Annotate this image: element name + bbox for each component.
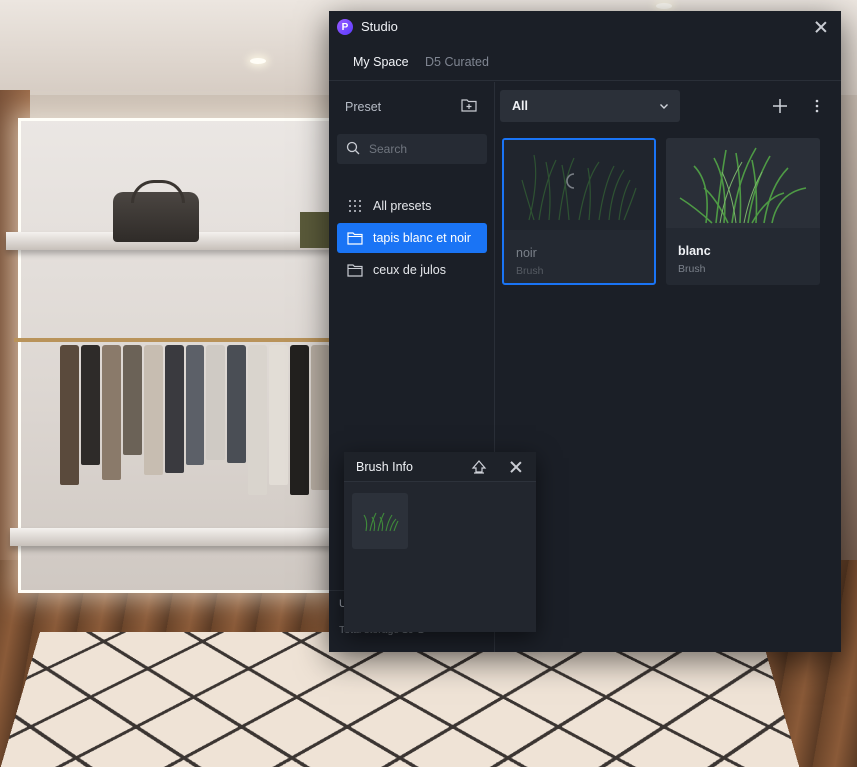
- handbag-object: [113, 180, 199, 242]
- add-icon[interactable]: [771, 97, 789, 115]
- brush-thumbnail: [504, 140, 654, 230]
- sidebar-item-label: ceux de julos: [373, 263, 446, 277]
- new-folder-icon[interactable]: [461, 98, 477, 112]
- tab-d5-curated[interactable]: D5 Curated: [425, 55, 489, 69]
- clothes-rail: [14, 338, 334, 342]
- folder-icon: [347, 264, 363, 277]
- sidebar-item-all-presets[interactable]: All presets: [337, 191, 487, 221]
- more-vertical-icon[interactable]: [813, 98, 821, 114]
- brush-name: noir: [516, 246, 537, 260]
- brush-info-header: Brush Info: [344, 452, 536, 482]
- sidebar-item-tapis-blanc-et-noir[interactable]: tapis blanc et noir: [337, 223, 487, 253]
- close-icon[interactable]: [507, 458, 525, 476]
- tab-bar: My Space D5 Curated: [329, 49, 841, 81]
- close-icon[interactable]: [812, 18, 830, 36]
- brush-info-popup: Brush Info: [344, 452, 536, 632]
- title-bar: P Studio: [329, 11, 841, 43]
- search-icon: [346, 141, 360, 155]
- sidebar-item-label: tapis blanc et noir: [373, 231, 471, 245]
- preset-header: Preset: [345, 100, 382, 114]
- preset-content: All noir Brush blanc Brush: [495, 82, 841, 652]
- chevron-down-icon: [660, 104, 668, 109]
- brush-type: Brush: [516, 265, 544, 277]
- tab-my-space[interactable]: My Space: [353, 55, 409, 69]
- folder-icon: [347, 232, 363, 245]
- grass-thumbnail-icon: [521, 154, 637, 221]
- sidebar-item-label: All presets: [373, 199, 432, 213]
- brush-info-title: Brush Info: [356, 460, 413, 474]
- window-title: Studio: [361, 19, 398, 34]
- lower-shelf: [10, 528, 332, 546]
- sidebar-item-ceux-de-julos[interactable]: ceux de julos: [337, 255, 487, 285]
- brush-name: blanc: [678, 244, 711, 258]
- loading-spinner: [566, 173, 575, 189]
- grass-thumbnail-icon: [679, 147, 807, 224]
- ceiling-light: [250, 58, 266, 64]
- hanging-clothes: [60, 345, 330, 495]
- brush-type: Brush: [678, 263, 706, 275]
- grass-thumbnail-icon: [363, 512, 399, 532]
- brush-card-blanc[interactable]: blanc Brush: [666, 138, 820, 285]
- patterned-rug: [0, 632, 803, 767]
- upload-icon[interactable]: [471, 459, 487, 475]
- brush-card-noir[interactable]: noir Brush: [502, 138, 656, 285]
- studio-logo-icon: P: [337, 19, 353, 35]
- grid-dots-icon: [349, 200, 361, 212]
- shelf-object: [300, 212, 332, 248]
- ceiling-light: [656, 3, 672, 9]
- brush-info-thumbnail: [352, 493, 408, 549]
- filter-dropdown[interactable]: All: [500, 90, 680, 122]
- filter-value: All: [512, 99, 528, 113]
- brush-thumbnail: [666, 138, 820, 228]
